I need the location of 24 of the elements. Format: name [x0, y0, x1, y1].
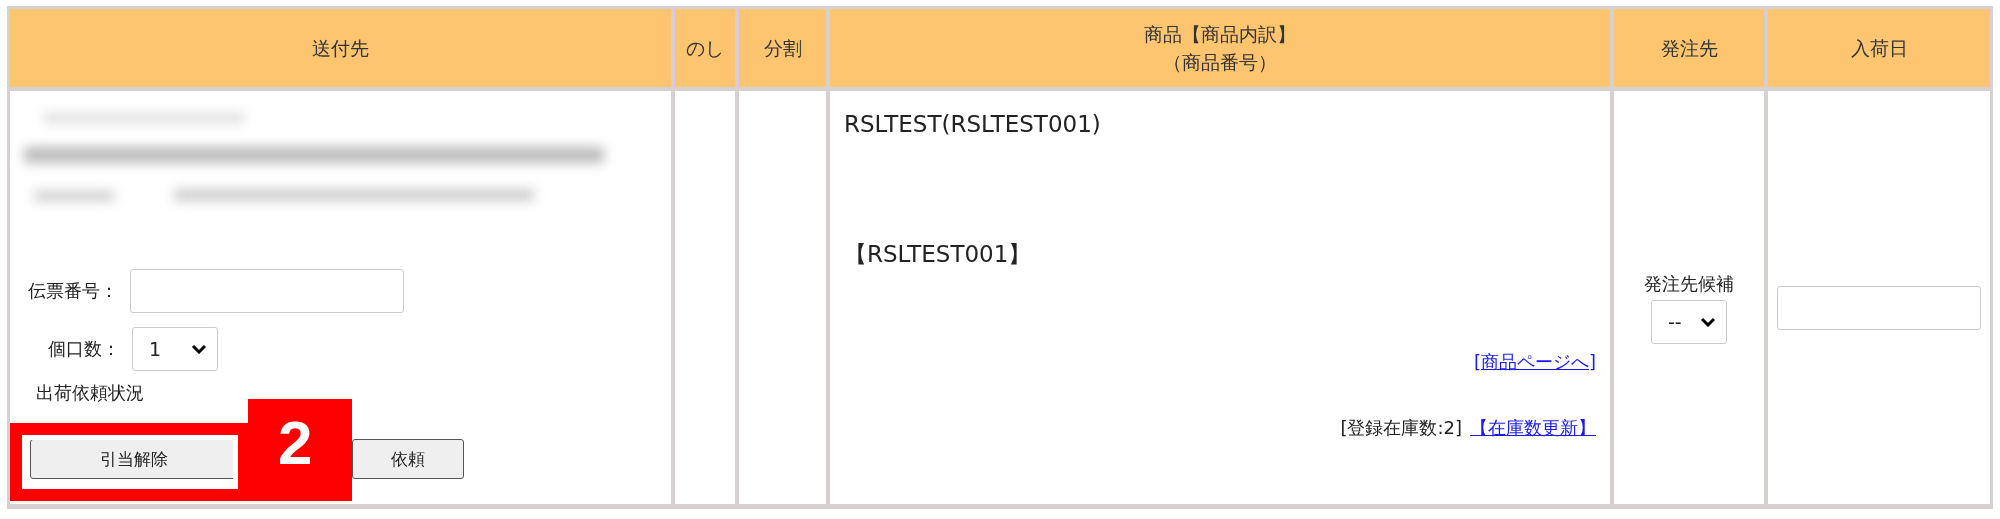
chevron-down-icon — [191, 344, 207, 354]
chevron-down-icon — [1700, 316, 1716, 327]
step-number: 2 — [278, 407, 313, 478]
supplier-label: 発注先候補 — [1644, 271, 1734, 296]
packages-label: 個口数： — [48, 337, 120, 361]
supplier-select[interactable]: -- — [1651, 299, 1727, 344]
packages-select[interactable]: 1 — [132, 327, 218, 371]
slip-number-field[interactable] — [130, 269, 404, 313]
product-code: 【RSLTEST001】 — [844, 240, 1033, 269]
stock-update-link[interactable]: 【在庫数更新】 — [1470, 416, 1596, 440]
request-button[interactable]: 依頼 — [352, 439, 464, 479]
arrival-date-field[interactable] — [1776, 285, 1982, 330]
header-label: 発注先 — [1660, 36, 1718, 61]
header-label: のし — [686, 36, 724, 61]
header-label: 分割 — [763, 36, 802, 61]
slip-number-label: 伝票番号： — [28, 279, 118, 303]
product-page-link[interactable]: [商品ページへ] — [1473, 350, 1596, 374]
header-label: 入荷日 — [1850, 36, 1908, 61]
header-label: 商品【商品内訳】 — [1144, 22, 1296, 47]
stock-count: [登録在庫数:2] — [1340, 416, 1462, 440]
header-label: 送付先 — [312, 36, 369, 61]
shipping-status-label: 出荷依頼状況 — [36, 381, 145, 405]
header-sublabel: （商品番号） — [1163, 50, 1277, 75]
product-name: RSLTEST(RSLTEST001) — [844, 111, 1102, 137]
